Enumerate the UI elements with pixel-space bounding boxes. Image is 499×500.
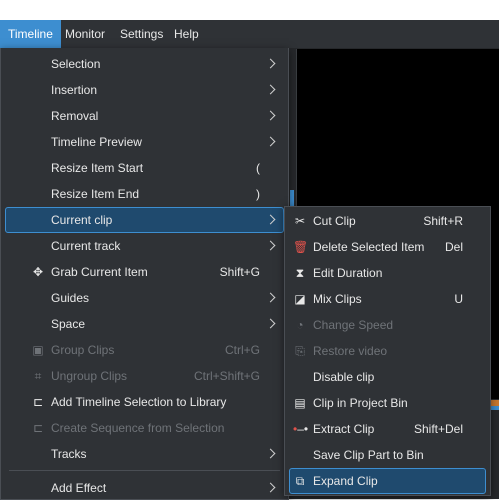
menu-item-label: Restore video	[313, 344, 388, 358]
menu-item-edit-duration[interactable]: ⧗ Edit Duration	[285, 261, 490, 285]
chevron-right-icon	[265, 240, 276, 251]
menu-item-clip-in-project-bin[interactable]: ▤ Clip in Project Bin	[285, 391, 490, 415]
menu-bar: Timeline Monitor Settings Help	[0, 20, 499, 49]
menu-item-label: Ungroup Clips	[51, 369, 128, 383]
trash-icon: 🗑	[293, 240, 309, 254]
scissors-icon: ✂	[294, 214, 306, 228]
menu-item-add-selection-to-library[interactable]: ⊏ Add Timeline Selection to Library	[1, 390, 288, 414]
menu-item-label: Delete Selected Item	[313, 240, 425, 254]
chevron-right-icon	[265, 58, 276, 69]
bookmark-icon: ⊏	[32, 395, 44, 409]
menu-item-shortcut: Shift+G	[219, 265, 260, 279]
menu-item-cut-clip[interactable]: ✂ Cut Clip Shift+R	[285, 209, 490, 233]
menu-item-removal[interactable]: Removal	[1, 104, 288, 128]
bookmark-icon: ⊏	[32, 421, 44, 435]
menu-monitor[interactable]: Monitor	[57, 20, 113, 48]
group-icon: ▣	[32, 343, 44, 357]
menu-item-shortcut: Shift+Del	[413, 422, 463, 436]
bin-icon: ▤	[294, 396, 306, 410]
menu-item-group-clips[interactable]: ▣ Group Clips Ctrl+G	[1, 338, 288, 362]
menu-item-label: Resize Item End	[51, 187, 140, 201]
ungroup-icon: ⌗	[34, 369, 42, 383]
mix-icon: ◪	[294, 292, 306, 306]
menu-item-label: Mix Clips	[313, 292, 362, 306]
menu-item-insertion[interactable]: Insertion	[1, 78, 288, 102]
menu-item-shortcut: (	[256, 161, 260, 175]
menu-item-space[interactable]: Space	[1, 312, 288, 336]
menu-item-label: Edit Duration	[313, 266, 383, 280]
menu-item-shortcut: )	[256, 187, 260, 201]
menu-help[interactable]: Help	[166, 20, 207, 48]
menu-item-change-speed[interactable]: ◔ Change Speed	[285, 313, 490, 337]
extract-icon: •–•	[293, 422, 309, 436]
menu-item-shortcut: U	[454, 292, 463, 306]
menu-item-label: Add Effect	[51, 481, 107, 495]
menu-item-label: Extract Clip	[313, 422, 375, 436]
chevron-right-icon	[265, 448, 276, 459]
menu-item-label: Cut Clip	[313, 214, 356, 228]
menu-item-label: Space	[51, 317, 86, 331]
menu-item-label: Save Clip Part to Bin	[313, 448, 424, 462]
menu-item-label: Group Clips	[51, 343, 115, 357]
menu-item-label: Guides	[51, 291, 90, 305]
chevron-right-icon	[265, 84, 276, 95]
duration-icon: ⧗	[295, 266, 305, 280]
timeline-menu: Selection Insertion Removal Timeline Pre…	[0, 48, 289, 500]
menu-item-label: Selection	[51, 57, 101, 71]
menu-item-tracks[interactable]: Tracks	[1, 442, 288, 466]
menu-item-label: Timeline Preview	[51, 135, 142, 149]
menu-item-label: Disable clip	[313, 370, 375, 384]
chevron-right-icon	[265, 136, 276, 147]
menu-item-create-sequence[interactable]: ⊏ Create Sequence from Selection	[1, 416, 288, 440]
current-clip-submenu: ✂ Cut Clip Shift+R 🗑 Delete Selected Ite…	[284, 206, 491, 496]
menu-separator	[9, 470, 280, 471]
menu-item-label: Tracks	[51, 447, 87, 461]
menu-item-disable-clip[interactable]: Disable clip	[285, 365, 490, 389]
menu-item-label: Clip in Project Bin	[313, 396, 408, 410]
menu-item-resize-item-end[interactable]: Resize Item End )	[1, 182, 288, 206]
menu-item-label: Insertion	[51, 83, 98, 97]
menu-item-label: Resize Item Start	[51, 161, 144, 175]
menu-item-expand-clip[interactable]: ⧉ Expand Clip	[289, 468, 486, 494]
menu-item-restore-video[interactable]: ⎘ Restore video	[285, 339, 490, 363]
expand-icon: ⧉	[295, 474, 305, 488]
menu-item-label: Current clip	[51, 213, 113, 227]
menu-item-label: Removal	[51, 109, 99, 123]
menu-item-ungroup-clips[interactable]: ⌗ Ungroup Clips Ctrl+Shift+G	[1, 364, 288, 388]
chevron-right-icon	[265, 482, 276, 493]
menu-item-shortcut: Ctrl+Shift+G	[193, 369, 260, 383]
menu-item-current-clip[interactable]: Current clip	[5, 207, 284, 233]
menu-item-label: Current track	[51, 239, 121, 253]
menu-item-grab-current-item[interactable]: ✥ Grab Current Item Shift+G	[1, 260, 288, 284]
menu-item-selection[interactable]: Selection	[1, 52, 288, 76]
menu-item-mix-clips[interactable]: ◪ Mix Clips U	[285, 287, 490, 311]
menu-item-resize-item-start[interactable]: Resize Item Start (	[1, 156, 288, 180]
menu-item-label: Create Sequence from Selection	[51, 421, 225, 435]
chevron-right-icon	[265, 214, 276, 225]
chevron-right-icon	[265, 292, 276, 303]
menu-item-label: Change Speed	[313, 318, 394, 332]
menu-item-extract-clip[interactable]: •–• Extract Clip Shift+Del	[285, 417, 490, 441]
menu-item-shortcut: Shift+R	[423, 214, 463, 228]
menu-timeline[interactable]: Timeline	[0, 20, 61, 48]
menu-item-label: Add Timeline Selection to Library	[51, 395, 227, 409]
chevron-right-icon	[265, 318, 276, 329]
menu-item-add-effect[interactable]: Add Effect	[1, 476, 288, 500]
menu-settings[interactable]: Settings	[112, 20, 171, 48]
menu-item-current-track[interactable]: Current track	[1, 234, 288, 258]
speed-icon: ◔	[296, 318, 304, 332]
menu-item-label: Expand Clip	[313, 474, 378, 488]
move-icon: ✥	[32, 265, 44, 279]
menu-item-shortcut: Ctrl+G	[224, 343, 260, 357]
menu-item-delete-selected-item[interactable]: 🗑 Delete Selected Item Del	[285, 235, 490, 259]
window-top-strip	[0, 0, 499, 20]
restore-icon: ⎘	[295, 344, 305, 358]
menu-item-timeline-preview[interactable]: Timeline Preview	[1, 130, 288, 154]
menu-item-save-clip-part[interactable]: Save Clip Part to Bin	[285, 443, 490, 467]
menu-item-guides[interactable]: Guides	[1, 286, 288, 310]
menu-item-shortcut: Del	[444, 240, 463, 254]
chevron-right-icon	[265, 110, 276, 121]
menu-item-label: Grab Current Item	[51, 265, 148, 279]
